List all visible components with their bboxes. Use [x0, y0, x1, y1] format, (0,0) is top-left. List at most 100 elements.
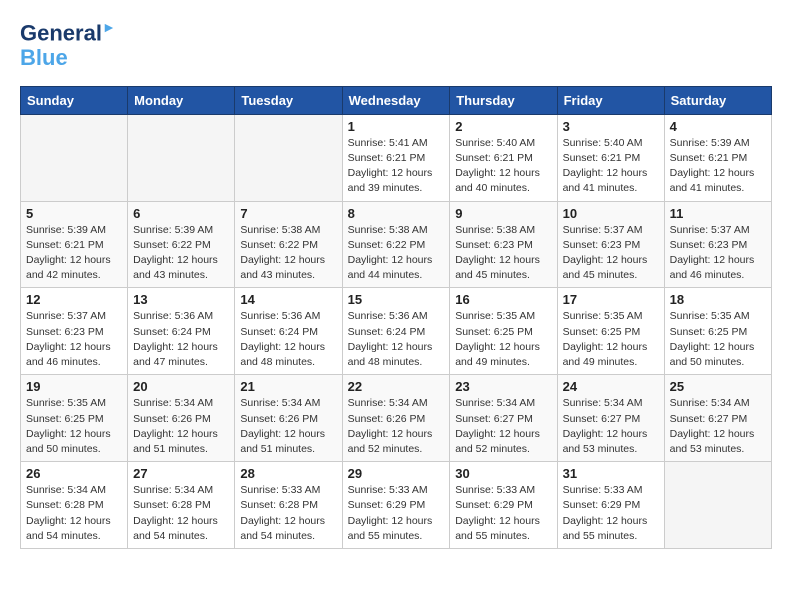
calendar-cell: 11 Sunrise: 5:37 AM Sunset: 6:23 PM Dayli… [664, 201, 771, 288]
calendar-cell: 30 Sunrise: 5:33 AM Sunset: 6:29 PM Dayli… [450, 462, 557, 549]
week-row-4: 26Sunrise: 5:34 AM Sunset: 6:28 PM Dayli… [21, 462, 772, 549]
day-info: Sunrise: 5:41 AM Sunset: 6:21 PM Dayligh… [348, 136, 445, 197]
week-row-3: 19 Sunrise: 5:35 AM Sunset: 6:25 PM Dayli… [21, 375, 772, 462]
day-info: Sunrise: 5:39 AM Sunset: 6:22 PM Dayligh… [133, 223, 229, 284]
day-info: Sunrise: 5:33 AM Sunset: 6:29 PM Dayligh… [563, 483, 659, 544]
calendar-cell: 14Sunrise: 5:36 AM Sunset: 6:24 PM Dayli… [235, 288, 342, 375]
day-number: 17 [563, 292, 659, 307]
day-number: 8 [348, 206, 445, 221]
day-info: Sunrise: 5:37 AM Sunset: 6:23 PM Dayligh… [670, 223, 766, 284]
day-info: Sunrise: 5:34 AM Sunset: 6:28 PM Dayligh… [133, 483, 229, 544]
calendar-cell [21, 114, 128, 201]
calendar-cell: 13Sunrise: 5:36 AM Sunset: 6:24 PM Dayli… [128, 288, 235, 375]
header-wednesday: Wednesday [342, 86, 450, 114]
day-number: 19 [26, 379, 122, 394]
day-info: Sunrise: 5:35 AM Sunset: 6:25 PM Dayligh… [670, 309, 766, 370]
calendar-cell: 26Sunrise: 5:34 AM Sunset: 6:28 PM Dayli… [21, 462, 128, 549]
day-info: Sunrise: 5:37 AM Sunset: 6:23 PM Dayligh… [563, 223, 659, 284]
calendar-cell [235, 114, 342, 201]
calendar-cell: 21 Sunrise: 5:34 AM Sunset: 6:26 PM Dayli… [235, 375, 342, 462]
header-sunday: Sunday [21, 86, 128, 114]
header-monday: Monday [128, 86, 235, 114]
day-info: Sunrise: 5:34 AM Sunset: 6:26 PM Dayligh… [240, 396, 336, 457]
day-number: 24 [563, 379, 659, 394]
calendar-cell: 12Sunrise: 5:37 AM Sunset: 6:23 PM Dayli… [21, 288, 128, 375]
day-number: 3 [563, 119, 659, 134]
day-info: Sunrise: 5:35 AM Sunset: 6:25 PM Dayligh… [563, 309, 659, 370]
day-info: Sunrise: 5:40 AM Sunset: 6:21 PM Dayligh… [455, 136, 551, 197]
day-number: 28 [240, 466, 336, 481]
day-number: 27 [133, 466, 229, 481]
week-row-1: 5 Sunrise: 5:39 AM Sunset: 6:21 PM Daylig… [21, 201, 772, 288]
calendar-cell: 18 Sunrise: 5:35 AM Sunset: 6:25 PM Dayli… [664, 288, 771, 375]
calendar-cell: 1 Sunrise: 5:41 AM Sunset: 6:21 PM Daylig… [342, 114, 450, 201]
day-number: 11 [670, 206, 766, 221]
day-number: 7 [240, 206, 336, 221]
calendar-cell: 4 Sunrise: 5:39 AM Sunset: 6:21 PM Daylig… [664, 114, 771, 201]
calendar-cell: 6 Sunrise: 5:39 AM Sunset: 6:22 PM Daylig… [128, 201, 235, 288]
day-info: Sunrise: 5:34 AM Sunset: 6:26 PM Dayligh… [133, 396, 229, 457]
header-friday: Friday [557, 86, 664, 114]
day-info: Sunrise: 5:39 AM Sunset: 6:21 PM Dayligh… [26, 223, 122, 284]
calendar-table: SundayMondayTuesdayWednesdayThursdayFrid… [20, 86, 772, 549]
day-info: Sunrise: 5:38 AM Sunset: 6:22 PM Dayligh… [348, 223, 445, 284]
logo-general: General [20, 20, 102, 45]
day-number: 2 [455, 119, 551, 134]
day-info: Sunrise: 5:33 AM Sunset: 6:29 PM Dayligh… [455, 483, 551, 544]
page-header: General► Blue [20, 20, 772, 70]
calendar-cell [128, 114, 235, 201]
day-number: 30 [455, 466, 551, 481]
day-info: Sunrise: 5:34 AM Sunset: 6:27 PM Dayligh… [670, 396, 766, 457]
calendar-cell: 3 Sunrise: 5:40 AM Sunset: 6:21 PM Daylig… [557, 114, 664, 201]
day-number: 10 [563, 206, 659, 221]
day-number: 18 [670, 292, 766, 307]
logo: General► Blue [20, 20, 116, 70]
day-info: Sunrise: 5:35 AM Sunset: 6:25 PM Dayligh… [455, 309, 551, 370]
day-number: 25 [670, 379, 766, 394]
calendar-cell: 9 Sunrise: 5:38 AM Sunset: 6:23 PM Daylig… [450, 201, 557, 288]
day-info: Sunrise: 5:34 AM Sunset: 6:26 PM Dayligh… [348, 396, 445, 457]
calendar-cell: 31 Sunrise: 5:33 AM Sunset: 6:29 PM Dayli… [557, 462, 664, 549]
day-number: 9 [455, 206, 551, 221]
header-thursday: Thursday [450, 86, 557, 114]
day-info: Sunrise: 5:38 AM Sunset: 6:22 PM Dayligh… [240, 223, 336, 284]
day-number: 29 [348, 466, 445, 481]
calendar-cell: 2 Sunrise: 5:40 AM Sunset: 6:21 PM Daylig… [450, 114, 557, 201]
day-info: Sunrise: 5:33 AM Sunset: 6:28 PM Dayligh… [240, 483, 336, 544]
day-info: Sunrise: 5:36 AM Sunset: 6:24 PM Dayligh… [240, 309, 336, 370]
day-info: Sunrise: 5:35 AM Sunset: 6:25 PM Dayligh… [26, 396, 122, 457]
week-row-0: 1 Sunrise: 5:41 AM Sunset: 6:21 PM Daylig… [21, 114, 772, 201]
day-info: Sunrise: 5:33 AM Sunset: 6:29 PM Dayligh… [348, 483, 445, 544]
day-number: 4 [670, 119, 766, 134]
day-info: Sunrise: 5:40 AM Sunset: 6:21 PM Dayligh… [563, 136, 659, 197]
day-info: Sunrise: 5:39 AM Sunset: 6:21 PM Dayligh… [670, 136, 766, 197]
calendar-cell: 10 Sunrise: 5:37 AM Sunset: 6:23 PM Dayli… [557, 201, 664, 288]
day-number: 5 [26, 206, 122, 221]
day-number: 20 [133, 379, 229, 394]
calendar-cell: 24 Sunrise: 5:34 AM Sunset: 6:27 PM Dayli… [557, 375, 664, 462]
calendar-cell: 16Sunrise: 5:35 AM Sunset: 6:25 PM Dayli… [450, 288, 557, 375]
day-number: 6 [133, 206, 229, 221]
calendar-cell: 19 Sunrise: 5:35 AM Sunset: 6:25 PM Dayli… [21, 375, 128, 462]
header-saturday: Saturday [664, 86, 771, 114]
day-number: 13 [133, 292, 229, 307]
calendar-cell: 5 Sunrise: 5:39 AM Sunset: 6:21 PM Daylig… [21, 201, 128, 288]
day-number: 15 [348, 292, 445, 307]
calendar-cell: 23Sunrise: 5:34 AM Sunset: 6:27 PM Dayli… [450, 375, 557, 462]
calendar-cell: 15 Sunrise: 5:36 AM Sunset: 6:24 PM Dayli… [342, 288, 450, 375]
calendar-cell: 17 Sunrise: 5:35 AM Sunset: 6:25 PM Dayli… [557, 288, 664, 375]
day-info: Sunrise: 5:34 AM Sunset: 6:28 PM Dayligh… [26, 483, 122, 544]
day-number: 31 [563, 466, 659, 481]
day-info: Sunrise: 5:38 AM Sunset: 6:23 PM Dayligh… [455, 223, 551, 284]
day-number: 22 [348, 379, 445, 394]
day-info: Sunrise: 5:34 AM Sunset: 6:27 PM Dayligh… [455, 396, 551, 457]
day-number: 21 [240, 379, 336, 394]
day-info: Sunrise: 5:36 AM Sunset: 6:24 PM Dayligh… [348, 309, 445, 370]
calendar-cell: 7 Sunrise: 5:38 AM Sunset: 6:22 PM Daylig… [235, 201, 342, 288]
day-info: Sunrise: 5:34 AM Sunset: 6:27 PM Dayligh… [563, 396, 659, 457]
day-number: 1 [348, 119, 445, 134]
calendar-cell: 20 Sunrise: 5:34 AM Sunset: 6:26 PM Dayli… [128, 375, 235, 462]
calendar-cell [664, 462, 771, 549]
calendar-cell: 28 Sunrise: 5:33 AM Sunset: 6:28 PM Dayli… [235, 462, 342, 549]
logo-blue: Blue [20, 46, 116, 70]
